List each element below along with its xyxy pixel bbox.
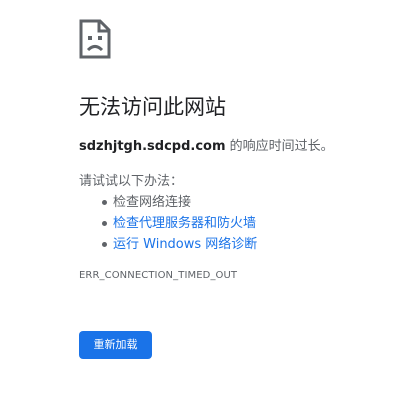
error-code: ERR_CONNECTION_TIMED_OUT [79,270,238,281]
suggestion-label: 检查网络连接 [113,195,192,210]
host-name: sdzhjtgh.sdcpd.com [79,139,226,154]
error-message: sdzhjtgh.sdcpd.com 的响应时间过长。 [79,138,334,156]
try-heading: 请试试以下办法： [79,174,184,189]
run-network-diagnostics-link[interactable]: 运行 Windows 网络诊断 [113,237,257,252]
check-proxy-firewall-link[interactable]: 检查代理服务器和防火墙 [113,216,256,231]
bullet-icon [102,200,107,205]
reload-button[interactable]: 重新加载 [79,331,152,359]
bullet-icon [102,221,107,226]
bullet-icon [102,242,107,247]
error-message-suffix: 的响应时间过长。 [225,139,334,154]
suggestion-run-diagnostics[interactable]: 运行 Windows 网络诊断 [79,234,257,255]
suggestion-check-proxy-firewall[interactable]: 检查代理服务器和防火墙 [79,213,257,234]
page-title: 无法访问此网站 [79,95,226,119]
sad-document-icon [79,19,111,59]
suggestion-list: 检查网络连接 检查代理服务器和防火墙 运行 Windows 网络诊断 [79,192,257,255]
suggestion-check-network: 检查网络连接 [79,192,257,213]
